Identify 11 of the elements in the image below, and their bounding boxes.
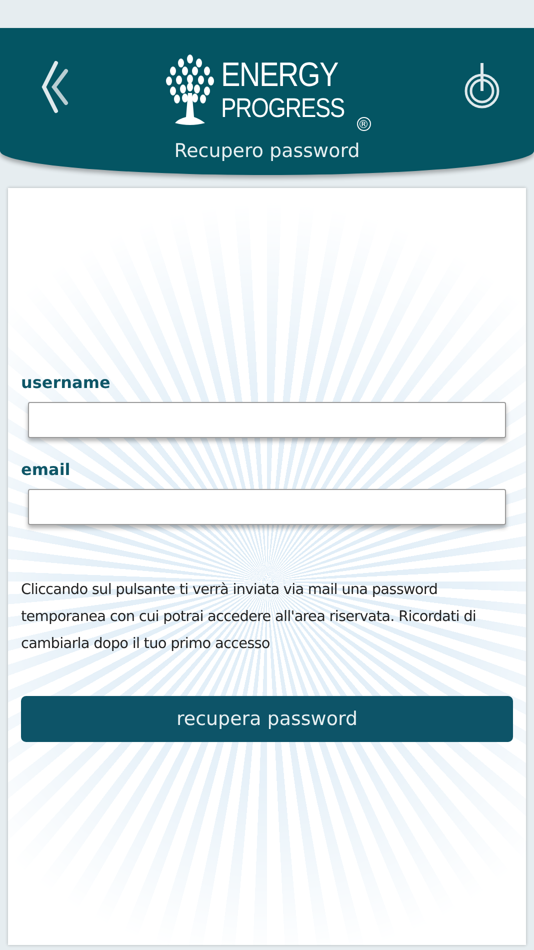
- info-paragraph: Cliccando sul pulsante ti verrà inviata via mail una password temporanea con cui potrai accedere all'area riservata. Ricordati di cambiarla dopo il tuo primo accesso: [21, 581, 478, 654]
- registered-mark: ®: [356, 117, 371, 131]
- input-field[interactable]: [28, 402, 506, 438]
- back-chevron-icon[interactable]: [40, 59, 70, 115]
- page-title: Recupero password: [174, 140, 360, 162]
- field-label: email: [21, 460, 72, 479]
- field-label: username: [21, 373, 112, 392]
- recover-password-button[interactable]: recupera password: [21, 696, 513, 742]
- logo-wordmark: ENERGY: [221, 57, 340, 93]
- input-field[interactable]: [28, 489, 506, 525]
- logo-wordmark: PROGRESS: [221, 93, 345, 123]
